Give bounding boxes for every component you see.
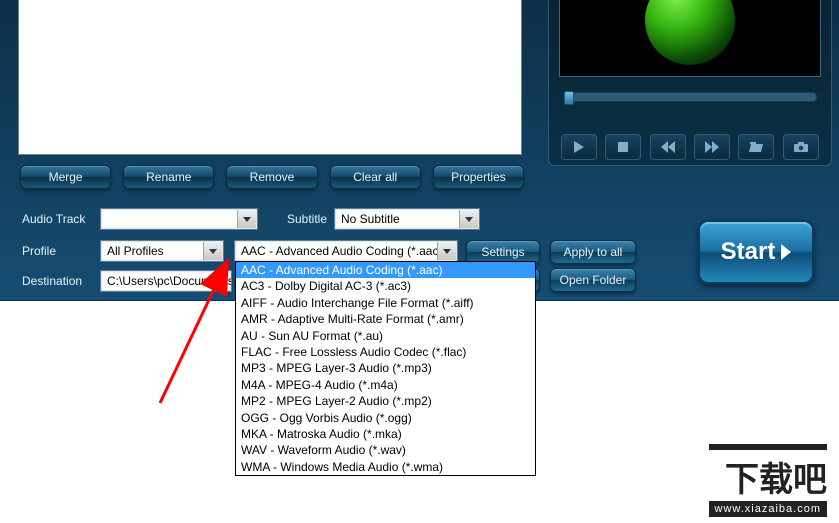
preview-panel [548, 0, 832, 166]
seek-bar[interactable] [563, 92, 817, 102]
file-toolbar: Merge Rename Remove Clear all Properties [20, 165, 524, 193]
dropdown-option[interactable]: OGG - Ogg Vorbis Audio (*.ogg) [236, 410, 535, 426]
profile-group-select[interactable]: All Profiles [100, 240, 224, 262]
dropdown-option[interactable]: AMR - Adaptive Multi-Rate Format (*.amr) [236, 311, 535, 327]
dropdown-option[interactable]: MP3 - MPEG Layer-3 Audio (*.mp3) [236, 360, 535, 376]
preview-screen [559, 0, 821, 77]
open-folder-button[interactable]: Open Folder [550, 268, 636, 292]
audio-track-select[interactable] [100, 208, 258, 230]
dropdown-option[interactable]: WAV - Waveform Audio (*.wav) [236, 442, 535, 458]
clear-all-button[interactable]: Clear all [330, 165, 421, 189]
watermark: 下载吧 www.xiazaiba.com [709, 444, 827, 517]
dropdown-arrow-icon[interactable] [459, 210, 478, 228]
dropdown-option[interactable]: MP2 - MPEG Layer-2 Audio (*.mp2) [236, 393, 535, 409]
properties-button[interactable]: Properties [433, 165, 524, 189]
dropdown-arrow-icon[interactable] [237, 210, 256, 228]
start-button[interactable]: Start [698, 220, 814, 284]
dropdown-arrow-icon[interactable] [203, 242, 222, 260]
audio-track-value [101, 209, 257, 215]
profile-format-select[interactable]: AAC - Advanced Audio Coding (*.aac) [234, 240, 458, 262]
preview-controls [549, 129, 831, 165]
merge-button[interactable]: Merge [20, 165, 111, 189]
destination-label: Destination [22, 274, 82, 288]
dropdown-option[interactable]: MKA - Matroska Audio (*.mka) [236, 426, 535, 442]
start-button-label: Start [721, 238, 776, 266]
profile-label: Profile [22, 244, 56, 258]
snapshot-button[interactable] [783, 134, 819, 160]
app-window: Merge Rename Remove Clear all Properties… [0, 0, 839, 301]
subtitle-select[interactable]: No Subtitle [334, 208, 480, 230]
next-button[interactable] [694, 134, 730, 160]
open-media-button[interactable] [738, 134, 774, 160]
dropdown-option[interactable]: WMA - Windows Media Audio (*.wma) [236, 459, 535, 475]
dropdown-option[interactable]: AC3 - Dolby Digital AC-3 (*.ac3) [236, 278, 535, 294]
dropdown-option[interactable]: AIFF - Audio Interchange File Format (*.… [236, 295, 535, 311]
remove-button[interactable]: Remove [226, 165, 317, 189]
stop-button[interactable] [605, 134, 641, 160]
audio-track-label: Audio Track [22, 212, 85, 226]
subtitle-value: No Subtitle [335, 209, 479, 229]
destination-input[interactable]: C:\Users\pc\Documents\Ea [100, 270, 232, 292]
destination-value: C:\Users\pc\Documents\Ea [101, 271, 231, 291]
seek-thumb[interactable] [564, 91, 574, 105]
prev-button[interactable] [650, 134, 686, 160]
preview-placeholder-graphic [645, 0, 735, 65]
profile-format-dropdown[interactable]: AAC - Advanced Audio Coding (*.aac) AC3 … [235, 261, 536, 476]
watermark-text: 下载吧 [709, 444, 827, 501]
play-button[interactable] [561, 134, 597, 160]
dropdown-option[interactable]: M4A - MPEG-4 Audio (*.m4a) [236, 377, 535, 393]
dropdown-arrow-icon[interactable] [437, 242, 456, 260]
dropdown-option[interactable]: FLAC - Free Lossless Audio Codec (*.flac… [236, 344, 535, 360]
watermark-url: www.xiazaiba.com [709, 501, 827, 517]
dropdown-option[interactable]: AAC - Advanced Audio Coding (*.aac) [236, 262, 535, 278]
apply-to-all-button[interactable]: Apply to all [550, 240, 636, 264]
rename-button[interactable]: Rename [123, 165, 214, 189]
profile-format-value: AAC - Advanced Audio Coding (*.aac) [235, 241, 457, 261]
subtitle-label: Subtitle [287, 212, 327, 226]
play-icon [781, 244, 791, 260]
dropdown-option[interactable]: AU - Sun AU Format (*.au) [236, 328, 535, 344]
file-list-pane[interactable] [18, 0, 522, 155]
